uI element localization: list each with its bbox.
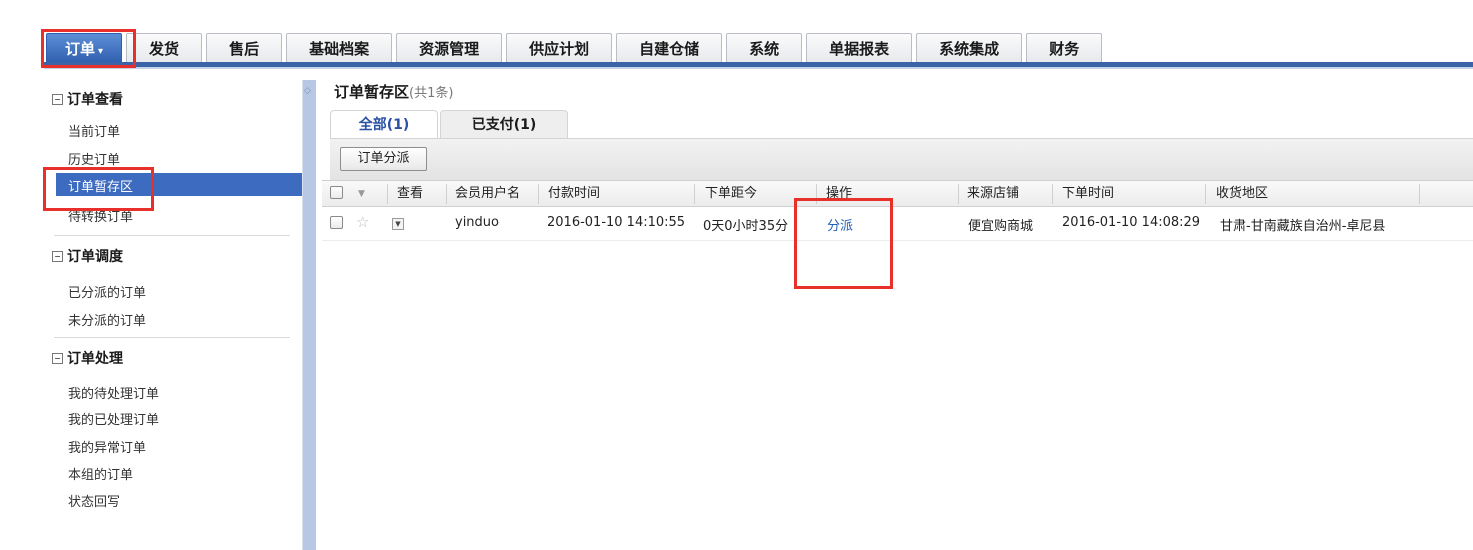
sidebar-group-title: 订单调度	[67, 249, 123, 265]
column-separator	[1205, 184, 1206, 204]
chevron-down-icon: ▾	[98, 46, 104, 57]
page-title-text: 订单暂存区	[334, 83, 410, 101]
sidebar-divider	[54, 235, 290, 236]
cell-elapsed: 0天0小时35分	[703, 219, 789, 234]
nav-tab-reports[interactable]: 单据报表	[806, 33, 913, 63]
cell-shop: 便宜购商城	[968, 219, 1034, 234]
dispatch-order-button[interactable]: 订单分派	[340, 147, 427, 171]
sidebar-item-history-orders[interactable]: 历史订单	[68, 149, 120, 168]
cell-username: yinduo	[455, 215, 499, 230]
nav-tab-base-records[interactable]: 基础档案	[286, 33, 393, 63]
column-separator	[1052, 184, 1053, 204]
nav-tab-label: 订单	[65, 40, 96, 58]
chevron-down-icon[interactable]: ▼	[358, 181, 365, 207]
column-header-pay-time[interactable]: 付款时间	[548, 181, 600, 207]
sidebar-group-order-processing[interactable]: − 订单处理	[52, 348, 123, 368]
column-separator	[694, 184, 695, 204]
row-checkbox[interactable]	[330, 216, 343, 229]
sidebar-item-status-writeback[interactable]: 状态回写	[68, 491, 120, 510]
collapse-box-icon: −	[52, 352, 63, 364]
cell-order-time: 2016-01-10 14:08:29	[1062, 215, 1201, 230]
nav-tab-shipping[interactable]: 发货	[126, 33, 203, 63]
sidebar-item-dispatched-orders[interactable]: 已分派的订单	[68, 282, 146, 301]
column-header-order-time[interactable]: 下单时间	[1062, 181, 1114, 207]
sidebar: − 订单查看 当前订单 历史订单 待转换订单 订单暂存区 − 订单调度 已分派的…	[44, 80, 316, 550]
row-expand-icon[interactable]: ▼	[392, 218, 404, 230]
column-header-region[interactable]: 收货地区	[1216, 181, 1268, 207]
nav-tab-after-sales[interactable]: 售后	[206, 33, 283, 63]
column-separator	[538, 184, 539, 204]
select-all-checkbox[interactable]	[330, 186, 343, 199]
top-navigation: 订单 ▾ 发货 售后 基础档案 资源管理 供应计划 自建仓储 系统 单据报表 系统…	[0, 0, 1473, 80]
column-separator	[446, 184, 447, 204]
column-header-action[interactable]: 操作	[826, 181, 852, 207]
tab-paid[interactable]: 已支付(1)	[440, 110, 568, 138]
nav-tab-resources[interactable]: 资源管理	[396, 33, 503, 63]
sidebar-group-title: 订单处理	[67, 351, 123, 367]
sidebar-item-staging-area[interactable]: 订单暂存区	[68, 176, 133, 195]
sidebar-item-current-orders[interactable]: 当前订单	[68, 121, 120, 140]
sidebar-group-title: 订单查看	[67, 92, 123, 108]
sidebar-item-undispatched-orders[interactable]: 未分派的订单	[68, 310, 146, 329]
column-header-elapsed[interactable]: 下单距今	[705, 181, 757, 207]
grid-header: ▼ 查看 会员用户名 付款时间 下单距今 操作 来源店铺 下单时间 收货地区	[322, 180, 1473, 207]
nav-underline-light	[44, 67, 1473, 69]
sidebar-group-order-dispatch[interactable]: − 订单调度	[52, 246, 123, 266]
column-header-username[interactable]: 会员用户名	[455, 181, 520, 207]
sidebar-item-pending-convert[interactable]: 待转换订单	[68, 211, 133, 225]
sidebar-item-group-orders[interactable]: 本组的订单	[68, 464, 133, 483]
nav-tab-warehouse[interactable]: 自建仓储	[616, 33, 723, 63]
table-row[interactable]: ☆ ▼ yinduo 2016-01-10 14:10:55 0天0小时35分 …	[322, 207, 1473, 241]
sidebar-item-my-processed[interactable]: 我的已处理订单	[68, 409, 159, 428]
column-header-shop[interactable]: 来源店铺	[967, 181, 1019, 207]
column-separator	[1419, 184, 1420, 204]
sidebar-item-my-pending[interactable]: 我的待处理订单	[68, 383, 159, 402]
main-menu: 订单 ▾ 发货 售后 基础档案 资源管理 供应计划 自建仓储 系统 单据报表 系统…	[46, 33, 1103, 63]
sidebar-group-order-view[interactable]: − 订单查看	[52, 89, 123, 109]
column-separator	[816, 184, 817, 204]
grid-toolbar	[330, 138, 1473, 180]
sidebar-splitter[interactable]	[302, 80, 316, 550]
page-title: 订单暂存区(共1条)	[334, 81, 453, 102]
collapse-box-icon: −	[52, 93, 63, 105]
sidebar-item-my-abnormal[interactable]: 我的异常订单	[68, 437, 146, 456]
collapse-box-icon: −	[52, 250, 63, 262]
record-count: (共1条)	[409, 86, 454, 101]
tab-all[interactable]: 全部(1)	[330, 110, 438, 138]
column-separator	[958, 184, 959, 204]
dispatch-link[interactable]: 分派	[827, 215, 853, 234]
nav-tab-finance[interactable]: 财务	[1026, 33, 1103, 63]
star-icon[interactable]: ☆	[356, 213, 369, 231]
column-separator	[387, 184, 388, 204]
nav-tab-orders[interactable]: 订单 ▾	[46, 33, 123, 63]
nav-tab-integration[interactable]: 系统集成	[916, 33, 1023, 63]
cell-pay-time: 2016-01-10 14:10:55	[547, 215, 686, 230]
nav-tab-supply-plan[interactable]: 供应计划	[506, 33, 613, 63]
cell-region: 甘肃-甘南藏族自治州-卓尼县	[1220, 219, 1386, 234]
collapse-sidebar-icon[interactable]: ◇	[304, 86, 311, 96]
nav-tab-system[interactable]: 系统	[726, 33, 803, 63]
sidebar-divider	[54, 337, 290, 338]
column-header-view[interactable]: 查看	[397, 181, 423, 207]
